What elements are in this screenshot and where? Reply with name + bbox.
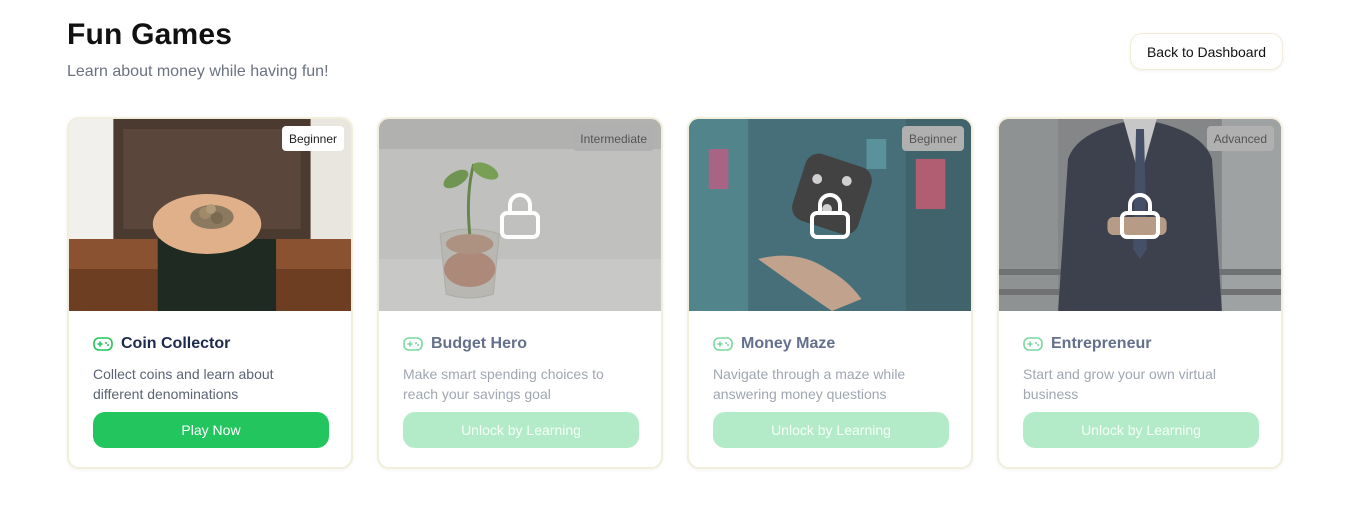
game-description: Make smart spending choices to reach you… <box>403 366 604 402</box>
game-title: Money Maze <box>741 335 836 352</box>
play-now-button[interactable]: Play Now <box>93 412 329 448</box>
games-grid: Beginner Coin Collector Collect coins an… <box>67 117 1283 469</box>
page-title: Fun Games <box>67 18 233 51</box>
game-title: Budget Hero <box>431 335 527 352</box>
game-image: Intermediate <box>379 119 661 311</box>
unlock-by-learning-button[interactable]: Unlock by Learning <box>403 412 639 448</box>
lock-icon <box>1120 193 1160 239</box>
level-badge: Beginner <box>281 126 344 151</box>
lock-icon <box>810 193 850 239</box>
game-image: Advanced <box>999 119 1281 311</box>
game-description: Start and grow your own virtual business <box>1023 366 1216 402</box>
gamepad-icon <box>403 337 423 351</box>
game-description: Navigate through a maze while answering … <box>713 366 906 402</box>
lock-icon <box>500 193 540 239</box>
game-card-money-maze: Beginner Money Maze Navigate through a m… <box>687 117 973 469</box>
page-subtitle: Learn about money while having fun! <box>67 63 329 80</box>
gamepad-icon <box>1023 337 1043 351</box>
level-badge: Advanced <box>1206 126 1274 151</box>
game-image: Beginner <box>689 119 971 311</box>
game-image: Beginner <box>69 119 351 311</box>
back-to-dashboard-button[interactable]: Back to Dashboard <box>1130 33 1283 70</box>
game-title: Coin Collector <box>121 335 231 352</box>
game-title: Entrepreneur <box>1051 335 1152 352</box>
game-card-budget-hero: Intermediate Budget Hero Make smart spen… <box>377 117 663 469</box>
game-card-entrepreneur: Advanced Entrepreneur Start and grow you… <box>997 117 1283 469</box>
gamepad-icon <box>93 337 113 351</box>
unlock-by-learning-button[interactable]: Unlock by Learning <box>1023 412 1259 448</box>
level-badge: Beginner <box>901 126 964 151</box>
level-badge: Intermediate <box>573 126 654 151</box>
game-card-coin-collector: Beginner Coin Collector Collect coins an… <box>67 117 353 469</box>
unlock-by-learning-button[interactable]: Unlock by Learning <box>713 412 949 448</box>
gamepad-icon <box>713 337 733 351</box>
page-header: Fun Games Learn about money while having… <box>67 14 329 82</box>
game-description: Collect coins and learn about different … <box>93 366 274 402</box>
